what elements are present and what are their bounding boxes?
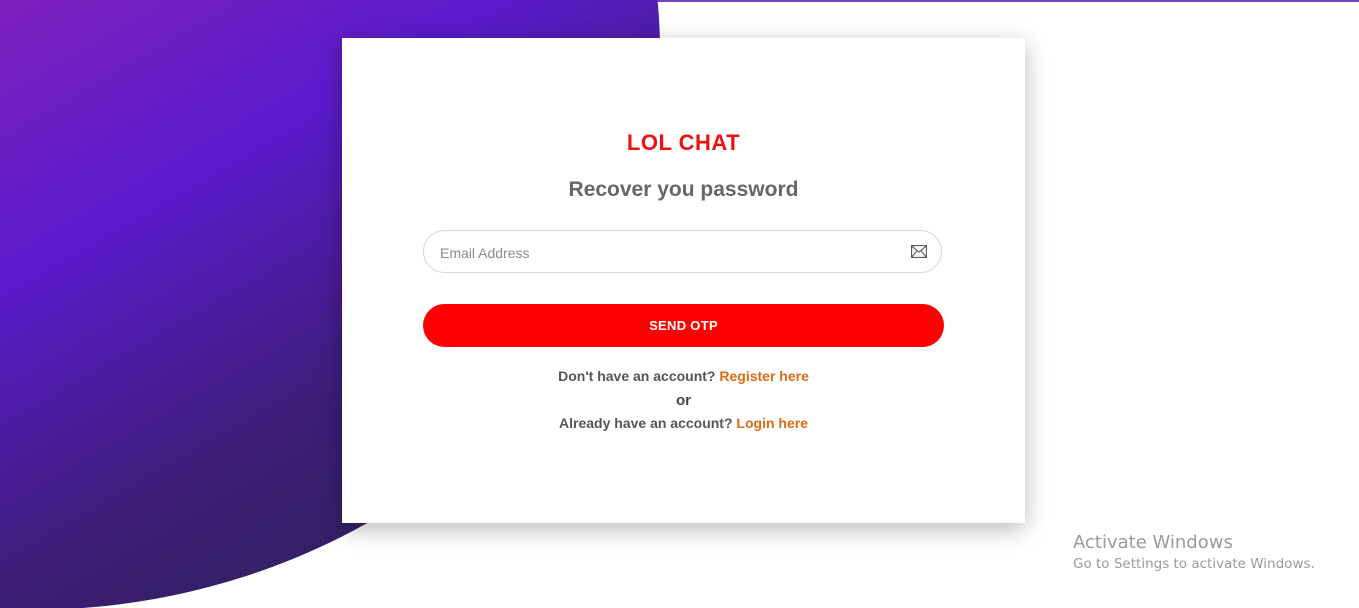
watermark-title: Activate Windows [1073,532,1233,553]
email-field [423,230,942,274]
register-prompt: Don't have an account? [558,368,720,384]
register-link[interactable]: Register here [719,368,808,384]
or-separator: or [676,392,691,409]
account-links: Don't have an account? Register here or … [342,368,1025,438]
watermark-subtitle: Go to Settings to activate Windows. [1073,556,1315,572]
register-row: Don't have an account? Register here [342,368,1025,391]
envelope-icon [911,245,927,258]
brand-title: LOL CHAT [626,130,741,155]
page: LOL CHAT Recover you password SEND OTP D… [0,0,1359,608]
send-otp-button[interactable]: SEND OTP [423,304,944,347]
login-prompt: Already have an account? [559,415,737,431]
recover-password-card: LOL CHAT Recover you password SEND OTP D… [342,38,1025,523]
page-title: Recover you password [568,178,799,201]
login-link[interactable]: Login here [736,415,808,431]
email-input[interactable] [438,231,902,274]
login-row: Already have an account? Login here [342,415,1025,438]
windows-activation-watermark: Activate Windows Go to Settings to activ… [1073,532,1315,574]
